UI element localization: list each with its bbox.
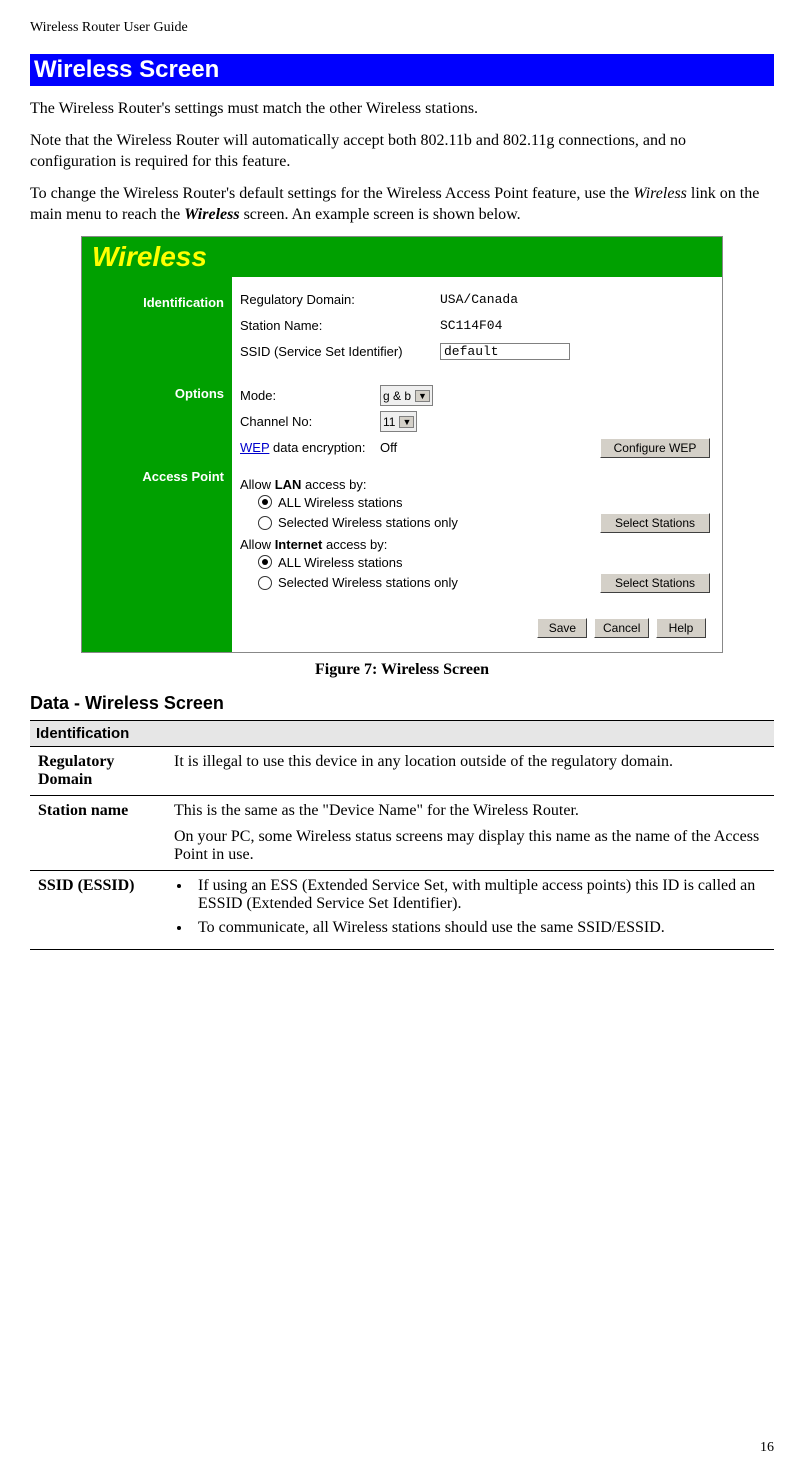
station-name-label: Station Name: [240,318,410,333]
cancel-button[interactable]: Cancel [594,618,649,638]
select-stations-lan-button[interactable]: Select Stations [600,513,710,533]
radio-icon [258,576,272,590]
wep-status: Off [380,440,440,455]
figure-sidebar: Identification Options Access Point [82,277,232,652]
ssid-input[interactable] [440,343,570,360]
allow-lan-suffix: access by: [301,477,366,492]
ssid-bullet-2: To communicate, all Wireless stations sh… [192,919,766,937]
internet-radio-selected-label: Selected Wireless stations only [278,575,458,590]
dropdown-arrow-icon: ▼ [399,416,414,428]
allow-lan-bold: LAN [275,477,302,492]
row-label-station-name: Station name [30,795,166,870]
paragraph-1: The Wireless Router's settings must matc… [30,98,774,120]
row-text-station-name: This is the same as the "Device Name" fo… [166,795,774,870]
station-name-value: SC114F04 [440,318,502,333]
mode-value: g & b [383,389,411,403]
configure-wep-button[interactable]: Configure WEP [600,438,710,458]
row-text-reg-domain: It is illegal to use this device in any … [166,746,774,795]
ssid-bullet-1: If using an ESS (Extended Service Set, w… [192,877,766,913]
lan-radio-all[interactable]: ALL Wireless stations [258,495,710,510]
wep-link[interactable]: WEP [240,440,269,455]
internet-radio-all[interactable]: ALL Wireless stations [258,555,710,570]
section-title: Wireless Screen [30,54,774,86]
allow-lan-label: Allow LAN access by: [240,477,710,492]
figure-main: Regulatory Domain: USA/Canada Station Na… [232,277,722,652]
row-label-reg-domain: Regulatory Domain [30,746,166,795]
wep-label-rest: data encryption: [269,440,365,455]
paragraph-3: To change the Wireless Router's default … [30,183,774,226]
lan-radio-selected-label: Selected Wireless stations only [278,515,458,530]
table-row: Station name This is the same as the "De… [30,795,774,870]
channel-value: 11 [383,415,395,429]
page-number: 16 [760,1440,774,1456]
lan-radio-selected[interactable]: Selected Wireless stations only Select S… [258,513,710,533]
row-text-ssid: If using an ESS (Extended Service Set, w… [166,870,774,949]
station-text-2: On your PC, some Wireless status screens… [174,828,766,864]
station-text-1: This is the same as the "Device Name" fo… [174,802,766,820]
figure-caption: Figure 7: Wireless Screen [30,661,774,679]
mode-select[interactable]: g & b ▼ [380,385,433,406]
p3-italic-wireless: Wireless [633,185,687,202]
internet-radio-all-label: ALL Wireless stations [278,555,403,570]
sidebar-identification: Identification [82,295,224,310]
figure-titlebar: Wireless [82,237,722,277]
radio-icon [258,555,272,569]
allow-lan-prefix: Allow [240,477,275,492]
figure-button-row: Save Cancel Help [240,612,710,644]
lan-radio-all-label: ALL Wireless stations [278,495,403,510]
group-identification: Identification [30,720,774,746]
allow-internet-label: Allow Internet access by: [240,537,710,552]
internet-radio-selected[interactable]: Selected Wireless stations only Select S… [258,573,710,593]
p3-bold-italic-wireless: Wireless [184,206,239,223]
data-section-heading: Data - Wireless Screen [30,693,774,714]
radio-icon [258,516,272,530]
channel-select[interactable]: 11 ▼ [380,411,417,432]
reg-domain-value: USA/Canada [440,292,518,307]
reg-domain-label: Regulatory Domain: [240,292,410,307]
paragraph-2: Note that the Wireless Router will autom… [30,130,774,173]
mode-label: Mode: [240,388,380,403]
wireless-screen-figure: Wireless Identification Options Access P… [81,236,723,653]
allow-internet-suffix: access by: [322,537,387,552]
channel-label: Channel No: [240,414,380,429]
sidebar-options: Options [82,386,224,401]
figure-container: Wireless Identification Options Access P… [30,236,774,653]
table-row: SSID (ESSID) If using an ESS (Extended S… [30,870,774,949]
help-button[interactable]: Help [656,618,706,638]
p3-text-e: screen. An example screen is shown below… [240,206,521,223]
select-stations-internet-button[interactable]: Select Stations [600,573,710,593]
row-label-ssid: SSID (ESSID) [30,870,166,949]
dropdown-arrow-icon: ▼ [415,390,430,402]
save-button[interactable]: Save [537,618,587,638]
p3-text-a: To change the Wireless Router's default … [30,185,633,202]
ssid-label: SSID (Service Set Identifier) [240,344,410,359]
data-table: Identification Regulatory Domain It is i… [30,720,774,950]
table-row: Regulatory Domain It is illegal to use t… [30,746,774,795]
allow-internet-prefix: Allow [240,537,275,552]
figure-title: Wireless [92,241,207,273]
sidebar-access-point: Access Point [82,469,224,484]
allow-internet-bold: Internet [275,537,323,552]
radio-icon [258,495,272,509]
document-header: Wireless Router User Guide [30,20,774,36]
